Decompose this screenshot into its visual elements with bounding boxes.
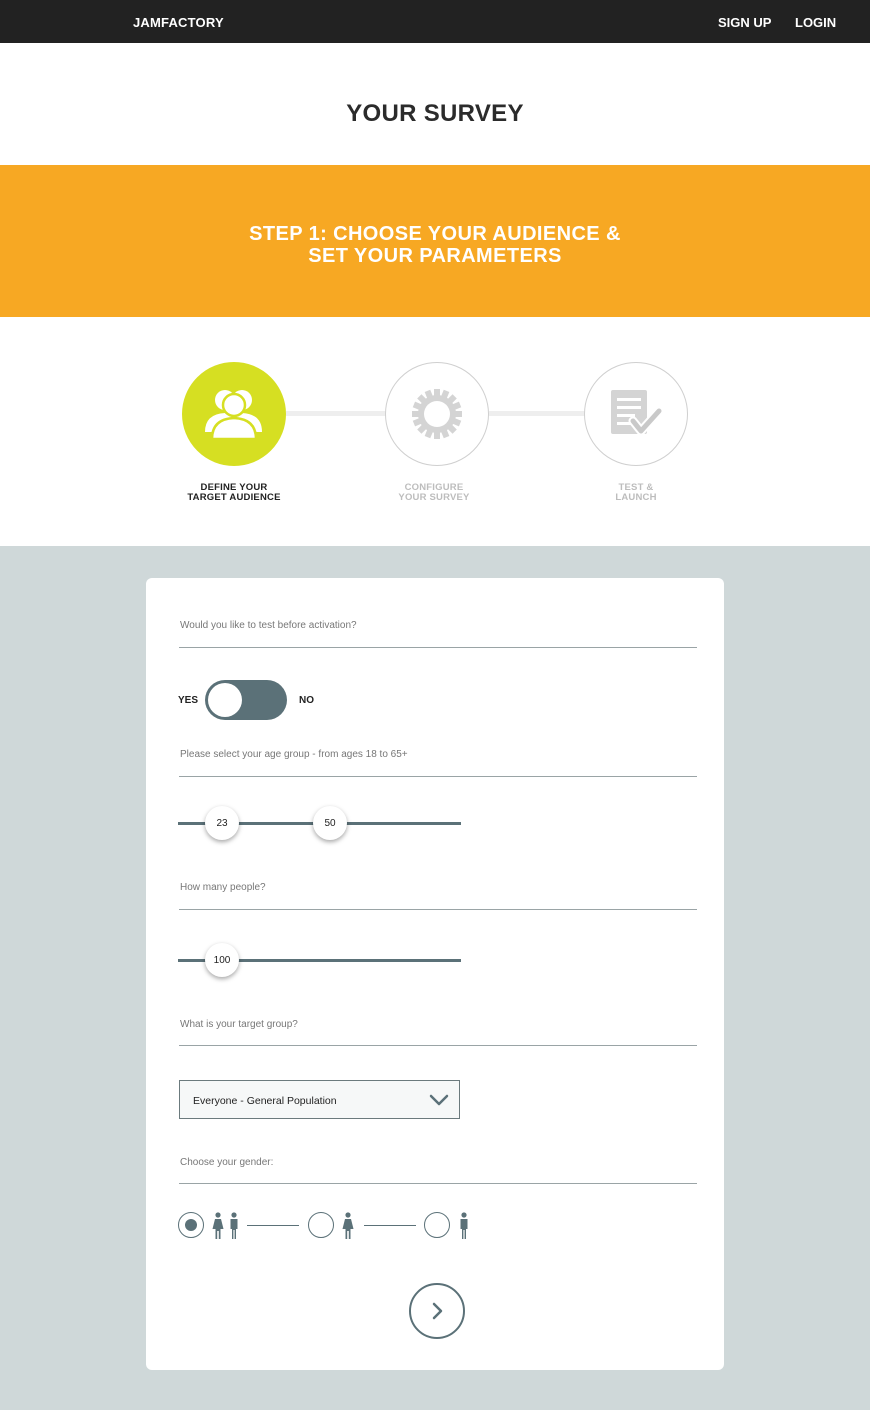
next-button[interactable]: [409, 1283, 465, 1339]
female-male-icon: [212, 1212, 238, 1239]
female-icon: [342, 1212, 354, 1239]
step-banner-line-2: SET YOUR PARAMETERS: [308, 245, 562, 267]
age-min-thumb[interactable]: 23: [205, 806, 239, 840]
gender-question-label: Choose your gender:: [180, 1157, 274, 1168]
people-question-divider: [179, 909, 697, 910]
test-toggle[interactable]: [205, 680, 287, 720]
test-question-label: Would you like to test before activation…: [180, 620, 357, 631]
step-banner-title: STEP 1: CHOOSE YOUR AUDIENCE & SET YOUR …: [0, 223, 870, 267]
chevron-right-icon: [432, 1302, 443, 1320]
toggle-yes-label: YES: [178, 695, 199, 706]
step-3-circle[interactable]: [584, 362, 688, 466]
target-group-value: Everyone - General Population: [193, 1095, 337, 1107]
step-connector-2: [489, 411, 585, 416]
users-icon: [205, 390, 262, 440]
gender-radio-male[interactable]: [424, 1212, 450, 1238]
toggle-no-label: NO: [299, 695, 314, 706]
step-2-label: CONFIGURE YOUR SURVEY: [364, 483, 504, 503]
step-1-label-line-2: TARGET AUDIENCE: [187, 492, 281, 503]
page-title: YOUR SURVEY: [346, 100, 524, 127]
step-banner-line-1: STEP 1: CHOOSE YOUR AUDIENCE &: [249, 223, 621, 245]
step-1-circle[interactable]: [182, 362, 286, 466]
age-question-label: Please select your age group - from ages…: [180, 749, 408, 760]
people-question-label: How many people?: [180, 882, 266, 893]
target-question-divider: [179, 1045, 697, 1046]
radio-selected-dot: [185, 1219, 197, 1231]
step-3-label: TEST & LAUNCH: [566, 483, 706, 503]
target-group-select[interactable]: Everyone - General Population: [179, 1080, 460, 1119]
step-2-circle[interactable]: [385, 362, 489, 466]
age-question-divider: [179, 776, 697, 777]
gender-radio-female[interactable]: [308, 1212, 334, 1238]
male-icon: [460, 1212, 468, 1239]
gender-connector-1: [247, 1225, 299, 1226]
brand-logo[interactable]: JAMFACTORY: [133, 15, 224, 30]
step-1-label: DEFINE YOUR TARGET AUDIENCE: [164, 483, 304, 503]
checklist-icon: [611, 390, 664, 436]
step-3-label-line-2: LAUNCH: [615, 492, 657, 503]
people-thumb[interactable]: 100: [205, 943, 239, 977]
target-question-label: What is your target group?: [180, 1019, 298, 1030]
test-question-divider: [179, 647, 697, 648]
gender-radio-all[interactable]: [178, 1212, 204, 1238]
age-max-thumb[interactable]: 50: [313, 806, 347, 840]
step-connector-1: [286, 411, 386, 416]
gear-icon: [412, 389, 462, 439]
chevron-down-icon: [429, 1094, 449, 1106]
toggle-knob[interactable]: [208, 683, 242, 717]
step-2-label-line-2: YOUR SURVEY: [398, 492, 470, 503]
sign-up-link[interactable]: SIGN UP: [718, 15, 771, 30]
login-link[interactable]: LOGIN: [795, 15, 836, 30]
gender-question-divider: [179, 1183, 697, 1184]
gender-connector-2: [364, 1225, 416, 1226]
